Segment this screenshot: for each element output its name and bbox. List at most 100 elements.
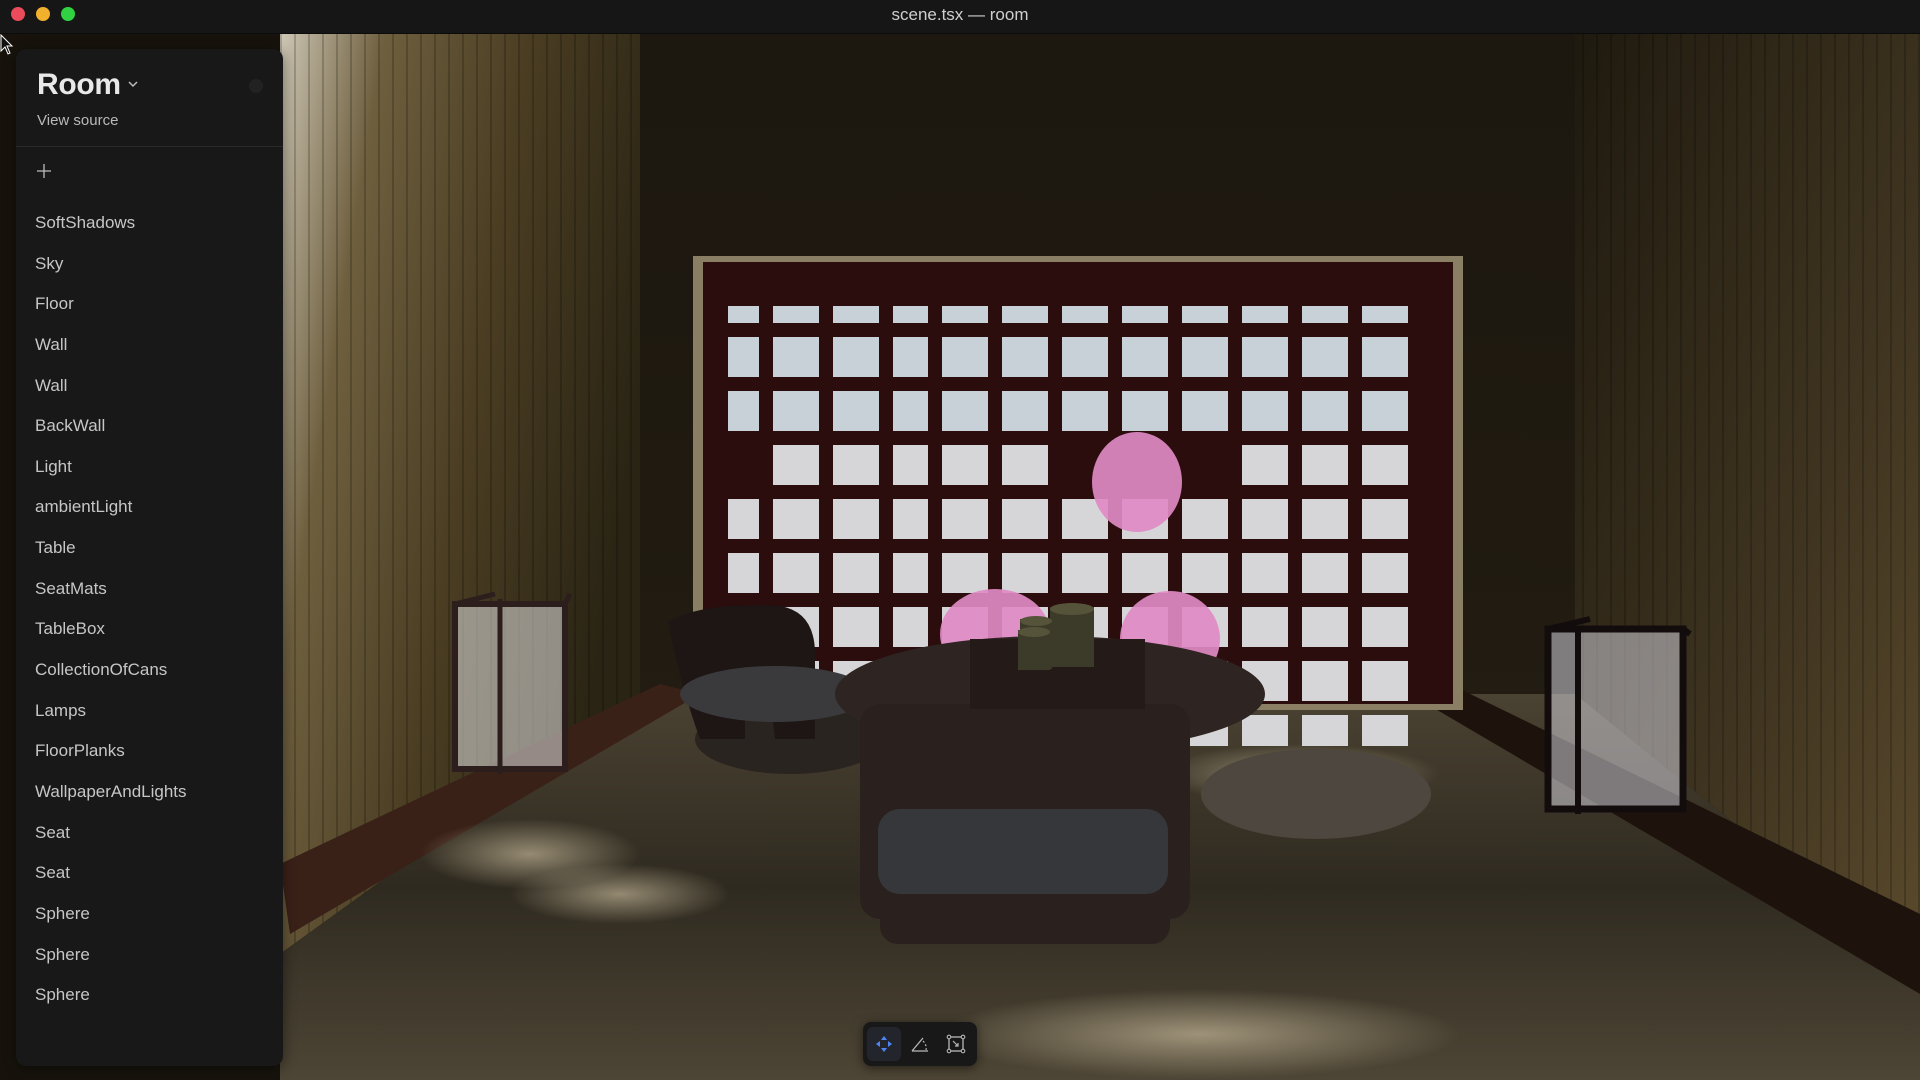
scene-object-item[interactable]: SeatMats xyxy=(16,577,283,618)
shoji-pane xyxy=(1302,661,1348,701)
scene-object-item[interactable]: FloorPlanks xyxy=(16,739,283,780)
translate-tool-button[interactable] xyxy=(867,1027,901,1061)
shoji-pane xyxy=(1302,306,1348,323)
lantern-right xyxy=(1544,616,1692,814)
shoji-pane xyxy=(893,553,928,593)
shoji-pane xyxy=(728,306,759,323)
scene-object-item[interactable]: Table xyxy=(16,536,283,577)
scene-object-item[interactable]: SoftShadows xyxy=(16,211,283,252)
scene-object-item[interactable]: CollectionOfCans xyxy=(16,658,283,699)
shoji-pane xyxy=(1242,607,1288,647)
shoji-pane xyxy=(1062,306,1108,323)
shoji-pane xyxy=(1362,337,1408,377)
mouse-cursor-icon xyxy=(0,34,14,55)
scene-title[interactable]: Room xyxy=(37,68,121,102)
shoji-pane xyxy=(1242,306,1288,323)
shoji-pane xyxy=(833,553,879,593)
shoji-pane xyxy=(942,445,988,485)
shoji-pane xyxy=(1302,553,1348,593)
plus-icon[interactable] xyxy=(34,161,54,181)
shoji-pane xyxy=(833,306,879,323)
shoji-pane xyxy=(1122,337,1168,377)
scene-object-item[interactable]: Light xyxy=(16,455,283,496)
shoji-pane xyxy=(1182,553,1228,593)
scene-outline-panel: Room View source SoftShadows Sky Floor Wall… xyxy=(16,49,283,1066)
shoji-pane xyxy=(833,499,879,539)
title-bar: scene.tsx — room xyxy=(0,0,1920,34)
shoji-pane xyxy=(1182,391,1228,431)
scene-object-item[interactable]: Sky xyxy=(16,252,283,293)
shoji-pane xyxy=(1002,499,1048,539)
shoji-pane xyxy=(942,306,988,323)
chevron-down-icon[interactable] xyxy=(126,77,140,91)
scene-object-item[interactable]: Wall xyxy=(16,374,283,415)
shoji-pane xyxy=(1362,445,1408,485)
scene-viewport[interactable] xyxy=(0,34,1920,1080)
panel-header: Room View source xyxy=(16,49,283,147)
shoji-pane xyxy=(773,306,819,323)
shoji-pane xyxy=(1062,337,1108,377)
rotate-tool-button[interactable] xyxy=(903,1027,937,1061)
shoji-pane xyxy=(1362,715,1408,746)
scene-object-list: SoftShadows Sky Floor Wall Wall BackWall Light… xyxy=(16,211,283,1024)
shoji-pane xyxy=(833,445,879,485)
scene-object-item[interactable]: BackWall xyxy=(16,414,283,455)
shoji-pane xyxy=(1002,391,1048,431)
scene-object-item[interactable]: Sphere xyxy=(16,902,283,943)
shoji-pane xyxy=(773,337,819,377)
transform-toolbar xyxy=(863,1022,977,1066)
shoji-pane xyxy=(1002,445,1048,485)
shoji-pane xyxy=(1302,445,1348,485)
shoji-pane xyxy=(942,553,988,593)
scene-object-item[interactable]: Sphere xyxy=(16,983,283,1024)
shoji-pane xyxy=(1002,306,1048,323)
view-source-link[interactable]: View source xyxy=(37,112,118,129)
scene-object-item[interactable]: Sphere xyxy=(16,943,283,984)
shoji-pane xyxy=(728,553,759,593)
scene-object-item[interactable]: ambientLight xyxy=(16,495,283,536)
shoji-pane xyxy=(728,391,759,431)
shoji-pane xyxy=(1362,661,1408,701)
shoji-pane xyxy=(1122,391,1168,431)
shoji-pane xyxy=(1362,306,1408,323)
shoji-pane xyxy=(1122,553,1168,593)
scene-object-item[interactable]: Lamps xyxy=(16,699,283,740)
scene-object-item[interactable]: Seat xyxy=(16,861,283,902)
shoji-pane xyxy=(1242,715,1288,746)
shoji-pane xyxy=(773,553,819,593)
shoji-pane xyxy=(893,499,928,539)
shoji-pane xyxy=(1362,553,1408,593)
shoji-pane xyxy=(773,445,819,485)
shoji-pane xyxy=(1242,499,1288,539)
shoji-pane xyxy=(1302,607,1348,647)
shoji-pane xyxy=(893,391,928,431)
shoji-pane xyxy=(1362,607,1408,647)
shoji-pane xyxy=(942,337,988,377)
sphere xyxy=(1092,432,1182,532)
shoji-pane xyxy=(893,337,928,377)
lantern-left xyxy=(452,591,573,774)
window-title: scene.tsx — room xyxy=(891,5,1029,24)
shoji-pane xyxy=(773,391,819,431)
shoji-pane xyxy=(1302,391,1348,431)
scale-box-icon xyxy=(946,1034,966,1054)
shoji-pane xyxy=(1002,553,1048,593)
shoji-pane xyxy=(1002,337,1048,377)
shoji-pane xyxy=(1062,391,1108,431)
shoji-pane xyxy=(1242,553,1288,593)
shoji-pane xyxy=(833,337,879,377)
shoji-pane xyxy=(1242,445,1288,485)
scene-object-item[interactable]: Seat xyxy=(16,821,283,862)
scale-tool-button[interactable] xyxy=(939,1027,973,1061)
scene-object-item[interactable]: Floor xyxy=(16,292,283,333)
scene-object-item[interactable]: TableBox xyxy=(16,617,283,658)
shoji-pane xyxy=(833,391,879,431)
shoji-pane xyxy=(1302,715,1348,746)
shoji-pane xyxy=(942,391,988,431)
shoji-pane xyxy=(893,607,928,647)
shoji-pane xyxy=(1242,337,1288,377)
scene-object-item[interactable]: WallpaperAndLights xyxy=(16,780,283,821)
shoji-pane xyxy=(1122,306,1168,323)
rotate-angle-icon xyxy=(911,1037,928,1052)
scene-object-item[interactable]: Wall xyxy=(16,333,283,374)
